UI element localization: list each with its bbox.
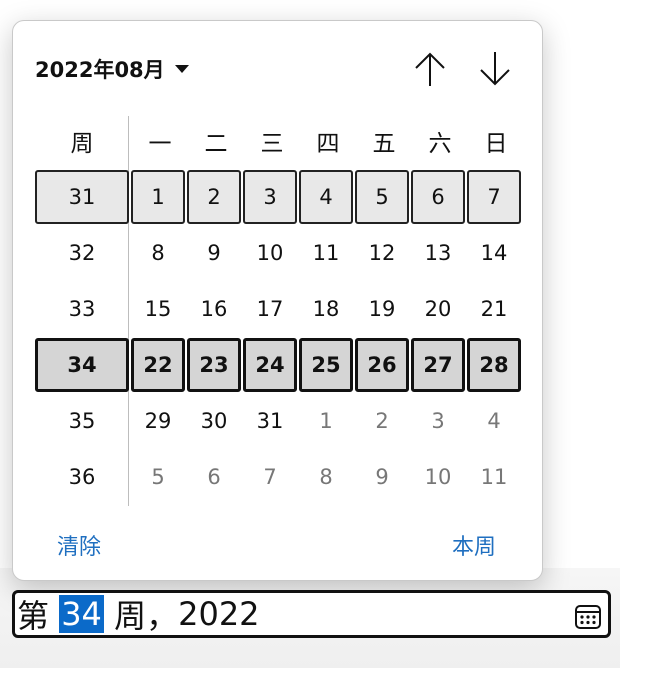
- day-cell[interactable]: 16: [187, 281, 241, 337]
- day-cell[interactable]: 9: [355, 449, 409, 505]
- previous-month-button[interactable]: [410, 49, 450, 89]
- week-number-cell[interactable]: 34: [35, 338, 129, 392]
- day-cell[interactable]: 3: [243, 170, 297, 224]
- caret-down-icon: [174, 65, 189, 73]
- month-label: 2022年08月: [35, 58, 165, 82]
- day-cell[interactable]: 9: [187, 225, 241, 281]
- next-month-button[interactable]: [475, 49, 515, 89]
- week-suffix-text: 周，: [103, 597, 179, 635]
- weekday-header-row: 周 一 二 三 四 五 六 日: [35, 113, 523, 169]
- arrow-up-icon: [415, 52, 445, 86]
- day-cell[interactable]: 17: [243, 281, 297, 337]
- day-cell[interactable]: 7: [243, 449, 297, 505]
- week-row[interactable]: 36 5 6 7 8 9 10 11: [35, 449, 523, 505]
- week-prefix-text: 第: [17, 597, 60, 635]
- calendar-icon: [575, 605, 601, 629]
- day-cell[interactable]: 5: [355, 170, 409, 224]
- day-cell[interactable]: 5: [131, 449, 185, 505]
- arrow-down-icon: [480, 52, 510, 86]
- weekday-header: 六: [428, 131, 452, 157]
- day-cell[interactable]: 15: [131, 281, 185, 337]
- day-cell[interactable]: 4: [467, 393, 521, 449]
- day-cell[interactable]: 25: [299, 338, 353, 392]
- month-year-dropdown[interactable]: 2022年08月: [35, 55, 189, 83]
- day-cell[interactable]: 3: [411, 393, 465, 449]
- week-number-cell[interactable]: 35: [35, 393, 129, 449]
- day-cell[interactable]: 27: [411, 338, 465, 392]
- weekday-header: 四: [316, 131, 340, 157]
- day-cell[interactable]: 8: [131, 225, 185, 281]
- day-cell[interactable]: 8: [299, 449, 353, 505]
- day-cell[interactable]: 24: [243, 338, 297, 392]
- day-cell[interactable]: 22: [131, 338, 185, 392]
- day-cell[interactable]: 6: [411, 170, 465, 224]
- week-row[interactable]: 33 15 16 17 18 19 20 21: [35, 281, 523, 337]
- week-column-header: 周: [70, 131, 94, 157]
- weekday-header: 二: [204, 131, 228, 157]
- day-cell[interactable]: 1: [299, 393, 353, 449]
- day-cell[interactable]: 11: [467, 449, 521, 505]
- day-cell[interactable]: 26: [355, 338, 409, 392]
- week-number-cell[interactable]: 33: [35, 281, 129, 337]
- day-cell[interactable]: 7: [467, 170, 521, 224]
- week-number-cell[interactable]: 36: [35, 449, 129, 505]
- week-picker-popup: 2022年08月 周 一 二 三 四 五 六 日 31 1 2 3 4 5 6 7 32 8 9 10…: [12, 20, 543, 581]
- week-number-cell[interactable]: 32: [35, 225, 129, 281]
- day-cell[interactable]: 31: [243, 393, 297, 449]
- clear-button[interactable]: 清除: [57, 529, 101, 561]
- year-segment[interactable]: 2022: [178, 595, 259, 633]
- day-cell[interactable]: 18: [299, 281, 353, 337]
- day-cell[interactable]: 28: [467, 338, 521, 392]
- day-cell[interactable]: 29: [131, 393, 185, 449]
- weekday-header: 日: [484, 131, 508, 157]
- day-cell[interactable]: 12: [355, 225, 409, 281]
- day-cell[interactable]: 6: [187, 449, 241, 505]
- week-row[interactable]: 32 8 9 10 11 12 13 14: [35, 225, 523, 281]
- calendar-picker-button[interactable]: [574, 601, 602, 629]
- day-cell[interactable]: 1: [131, 170, 185, 224]
- week-input-field[interactable]: 第 34 周， 2022: [12, 590, 611, 638]
- weekday-header: 五: [372, 131, 396, 157]
- day-cell[interactable]: 13: [411, 225, 465, 281]
- week-number-segment[interactable]: 34: [59, 595, 104, 633]
- day-cell[interactable]: 11: [299, 225, 353, 281]
- day-cell[interactable]: 23: [187, 338, 241, 392]
- day-cell[interactable]: 2: [355, 393, 409, 449]
- week-row[interactable]: 31 1 2 3 4 5 6 7: [35, 169, 523, 225]
- day-cell[interactable]: 10: [411, 449, 465, 505]
- day-cell[interactable]: 10: [243, 225, 297, 281]
- day-cell[interactable]: 19: [355, 281, 409, 337]
- weekday-header: 三: [260, 131, 284, 157]
- this-week-button[interactable]: 本周: [452, 529, 496, 561]
- week-row[interactable]: 35 29 30 31 1 2 3 4: [35, 393, 523, 449]
- week-number-cell[interactable]: 31: [35, 170, 129, 224]
- day-cell[interactable]: 4: [299, 170, 353, 224]
- day-cell[interactable]: 20: [411, 281, 465, 337]
- day-cell[interactable]: 2: [187, 170, 241, 224]
- week-row[interactable]: 34 22 23 24 25 26 27 28: [35, 337, 523, 393]
- weekday-header: 一: [148, 131, 172, 157]
- day-cell[interactable]: 14: [467, 225, 521, 281]
- day-cell[interactable]: 21: [467, 281, 521, 337]
- day-cell[interactable]: 30: [187, 393, 241, 449]
